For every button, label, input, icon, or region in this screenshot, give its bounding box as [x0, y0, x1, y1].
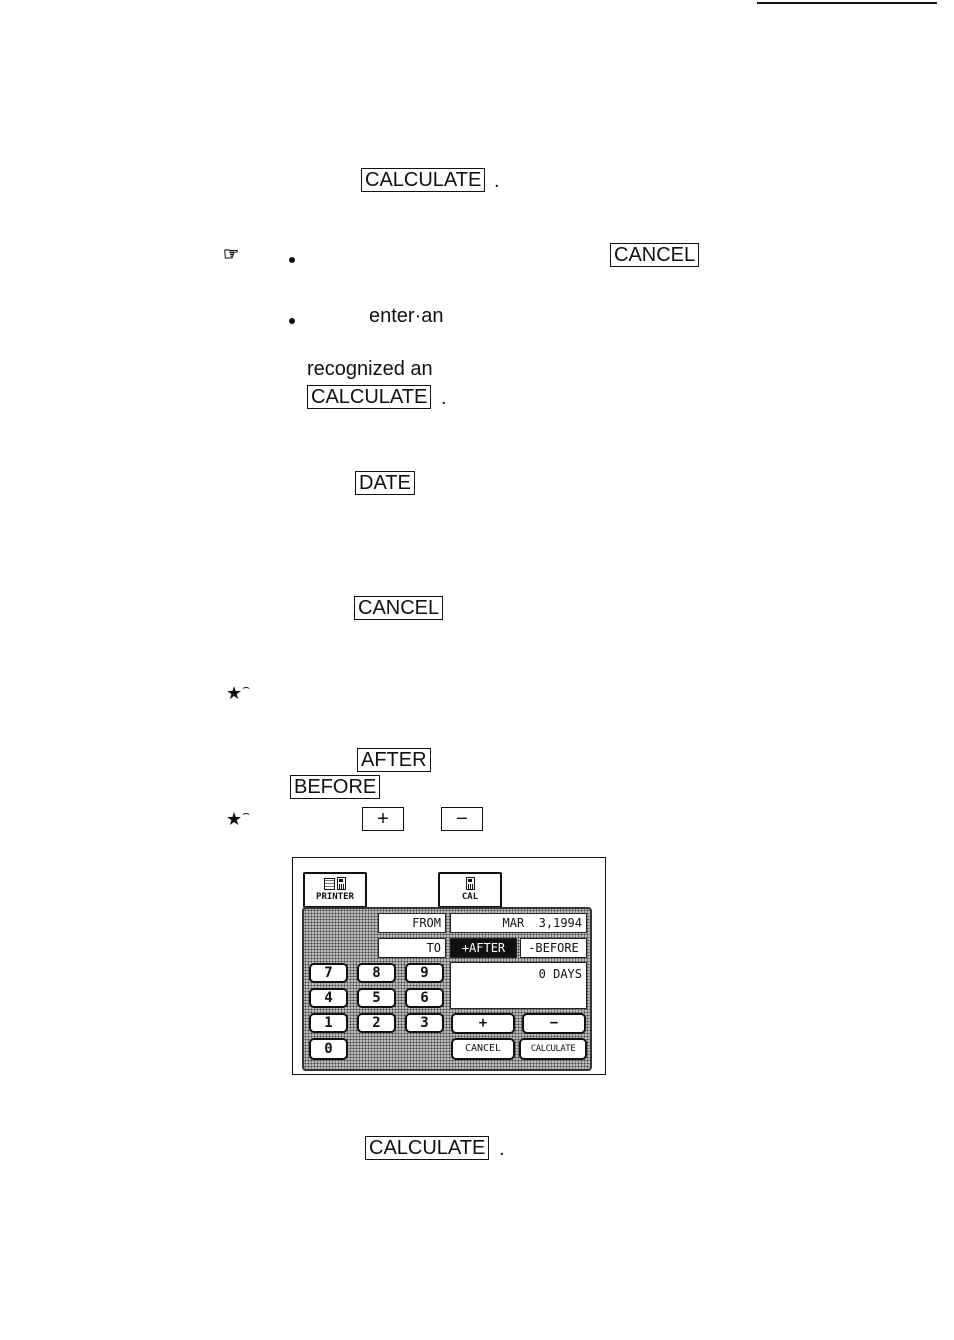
note-text: enter·an [369, 305, 444, 327]
note-text: recognized an [307, 358, 433, 380]
calculate-button[interactable]: CALCULATE [519, 1038, 587, 1060]
star-icon: ★⌢ [226, 680, 251, 703]
key-4[interactable]: 4 [309, 988, 348, 1008]
before-button[interactable]: -BEFORE [520, 938, 587, 958]
calculator-icon [465, 877, 475, 890]
pointing-hand-icon: ☞ [223, 244, 240, 264]
days-display: 0 DAYS [450, 962, 587, 1009]
key-6[interactable]: 6 [405, 988, 444, 1008]
calculator-icon [337, 877, 347, 890]
key-9[interactable]: 9 [405, 963, 444, 983]
key-3[interactable]: 3 [405, 1013, 444, 1033]
header-rule [757, 2, 937, 4]
calculate-key-ref: CALCULATE [361, 168, 486, 192]
from-button[interactable]: FROM [378, 913, 446, 933]
bullet [289, 257, 295, 263]
star-icon: ★⌢ [226, 806, 251, 829]
key-1[interactable]: 1 [309, 1013, 348, 1033]
before-key-ref: BEFORE [290, 775, 381, 799]
after-button[interactable]: +AFTER [450, 938, 517, 958]
date-display: MAR 3,1994 [450, 913, 587, 933]
cancel-button[interactable]: CANCEL [451, 1038, 515, 1060]
date-key-ref: DATE [355, 471, 415, 495]
key-0[interactable]: 0 [309, 1038, 348, 1060]
bullet [289, 318, 295, 324]
calculator-panel: FROM TO MAR 3,1994 +AFTER -BEFORE 0 DAYS… [302, 907, 592, 1071]
key-8[interactable]: 8 [357, 963, 396, 983]
to-button[interactable]: TO [378, 938, 446, 958]
key-5[interactable]: 5 [357, 988, 396, 1008]
cal-button[interactable]: CAL [438, 872, 502, 908]
minus-button[interactable]: − [522, 1013, 586, 1034]
period: . [499, 1138, 505, 1160]
minus-key-ref: − [441, 807, 483, 831]
printer-label: PRINTER [316, 892, 354, 902]
plus-button[interactable]: + [451, 1013, 515, 1034]
notepad-icon [323, 878, 335, 890]
calculate-key-ref: CALCULATE [307, 385, 432, 409]
printer-button[interactable]: PRINTER [303, 872, 367, 908]
plus-key-ref: + [362, 807, 404, 831]
cancel-key-ref: CANCEL [610, 243, 700, 267]
calculate-key-ref: CALCULATE [365, 1136, 490, 1160]
cal-label: CAL [461, 892, 479, 902]
cancel-key-ref: CANCEL [354, 596, 444, 620]
key-7[interactable]: 7 [309, 963, 348, 983]
period: . [441, 387, 447, 409]
date-calculator-screen: PRINTER CAL FROM TO MAR 3,1994 +AFTER -B… [292, 857, 606, 1075]
after-key-ref: AFTER [357, 748, 431, 772]
period: . [494, 170, 500, 192]
key-2[interactable]: 2 [357, 1013, 396, 1033]
